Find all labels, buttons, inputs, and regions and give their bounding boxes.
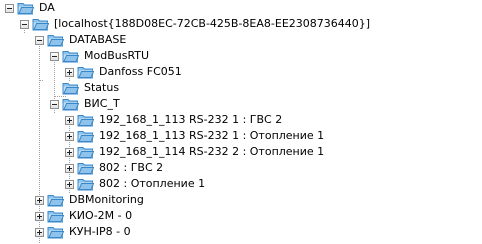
collapse-toggle-icon[interactable] bbox=[5, 3, 14, 13]
tree-node-label[interactable]: 192_168_1_113 RS-232 1 : Отопление 1 bbox=[99, 128, 324, 144]
tree-node[interactable]: Status bbox=[50, 80, 119, 96]
tree-node-label[interactable]: 802 : Отопление 1 bbox=[99, 176, 205, 192]
expand-toggle-icon[interactable] bbox=[35, 227, 44, 237]
collapse-toggle-icon[interactable] bbox=[20, 19, 29, 29]
folder-icon bbox=[77, 177, 94, 191]
folder-icon bbox=[77, 113, 94, 127]
tree-node[interactable]: 802 : Отопление 1 bbox=[65, 176, 205, 192]
collapse-toggle-icon[interactable] bbox=[50, 51, 59, 61]
tree-node-label[interactable]: Danfoss FC051 bbox=[99, 64, 182, 80]
folder-icon bbox=[47, 33, 64, 47]
tree-node[interactable]: 192_168_1_113 RS-232 1 : ГВС 2 bbox=[65, 112, 282, 128]
collapse-toggle-icon[interactable] bbox=[50, 99, 59, 109]
folder-icon bbox=[32, 17, 49, 31]
folder-icon bbox=[62, 81, 79, 95]
expand-toggle-icon[interactable] bbox=[65, 115, 74, 125]
tree-node-label[interactable]: [localhost{188D08EC-72CB-425B-8EA8-EE230… bbox=[54, 16, 370, 32]
tree-node-label[interactable]: DBMonitoring bbox=[69, 192, 144, 208]
folder-icon bbox=[17, 1, 34, 15]
tree-node-label[interactable]: КУН-IP8 - 0 bbox=[69, 224, 131, 240]
expand-toggle-icon[interactable] bbox=[65, 163, 74, 173]
tree-node-label[interactable]: КИО-2М - 0 bbox=[69, 208, 132, 224]
tree-node[interactable]: КУН-IP8 - 0 bbox=[35, 224, 131, 240]
tree-node[interactable]: КИО-2М - 0 bbox=[35, 208, 132, 224]
expand-toggle-icon[interactable] bbox=[35, 211, 44, 221]
tree-node[interactable]: DBMonitoring bbox=[35, 192, 144, 208]
tree-node[interactable]: ModBusRTU bbox=[50, 48, 149, 64]
tree-node-label[interactable]: 802 : ГВС 2 bbox=[99, 160, 163, 176]
folder-icon bbox=[47, 209, 64, 223]
tree-node-label[interactable]: 192_168_1_114 RS-232 2 : Отопление 1 bbox=[99, 144, 324, 160]
folder-icon bbox=[62, 49, 79, 63]
folder-icon bbox=[47, 193, 64, 207]
tree-node[interactable]: DA bbox=[5, 0, 55, 16]
folder-icon bbox=[62, 97, 79, 111]
tree-node[interactable]: 192_168_1_113 RS-232 1 : Отопление 1 bbox=[65, 128, 324, 144]
tree-node-label[interactable]: 192_168_1_113 RS-232 1 : ГВС 2 bbox=[99, 112, 282, 128]
tree-node-label[interactable]: ВИС_Т bbox=[84, 96, 120, 112]
folder-icon bbox=[47, 225, 64, 239]
folder-icon bbox=[77, 65, 94, 79]
folder-icon bbox=[77, 145, 94, 159]
expand-toggle-icon[interactable] bbox=[65, 67, 74, 77]
folder-icon bbox=[77, 161, 94, 175]
expand-toggle-icon[interactable] bbox=[65, 179, 74, 189]
tree-node-label[interactable]: DA bbox=[39, 0, 55, 16]
tree-node[interactable]: [localhost{188D08EC-72CB-425B-8EA8-EE230… bbox=[20, 16, 370, 32]
expand-toggle-icon[interactable] bbox=[65, 147, 74, 157]
tree-node[interactable]: Danfoss FC051 bbox=[65, 64, 182, 80]
tree-node[interactable]: 802 : ГВС 2 bbox=[65, 160, 163, 176]
tree-node[interactable]: ВИС_Т bbox=[50, 96, 120, 112]
tree-node[interactable]: DATABASE bbox=[35, 32, 126, 48]
tree-node-label[interactable]: DATABASE bbox=[69, 32, 126, 48]
tree-view[interactable]: DA [localhost{188D08EC-72CB-425B-8EA8-EE2… bbox=[0, 0, 482, 244]
expand-toggle-icon[interactable] bbox=[65, 131, 74, 141]
tree-node-label[interactable]: Status bbox=[84, 80, 119, 96]
tree-node[interactable]: 192_168_1_114 RS-232 2 : Отопление 1 bbox=[65, 144, 324, 160]
folder-icon bbox=[77, 129, 94, 143]
expand-toggle-icon[interactable] bbox=[35, 195, 44, 205]
tree-node-label[interactable]: ModBusRTU bbox=[84, 48, 149, 64]
collapse-toggle-icon[interactable] bbox=[35, 35, 44, 45]
